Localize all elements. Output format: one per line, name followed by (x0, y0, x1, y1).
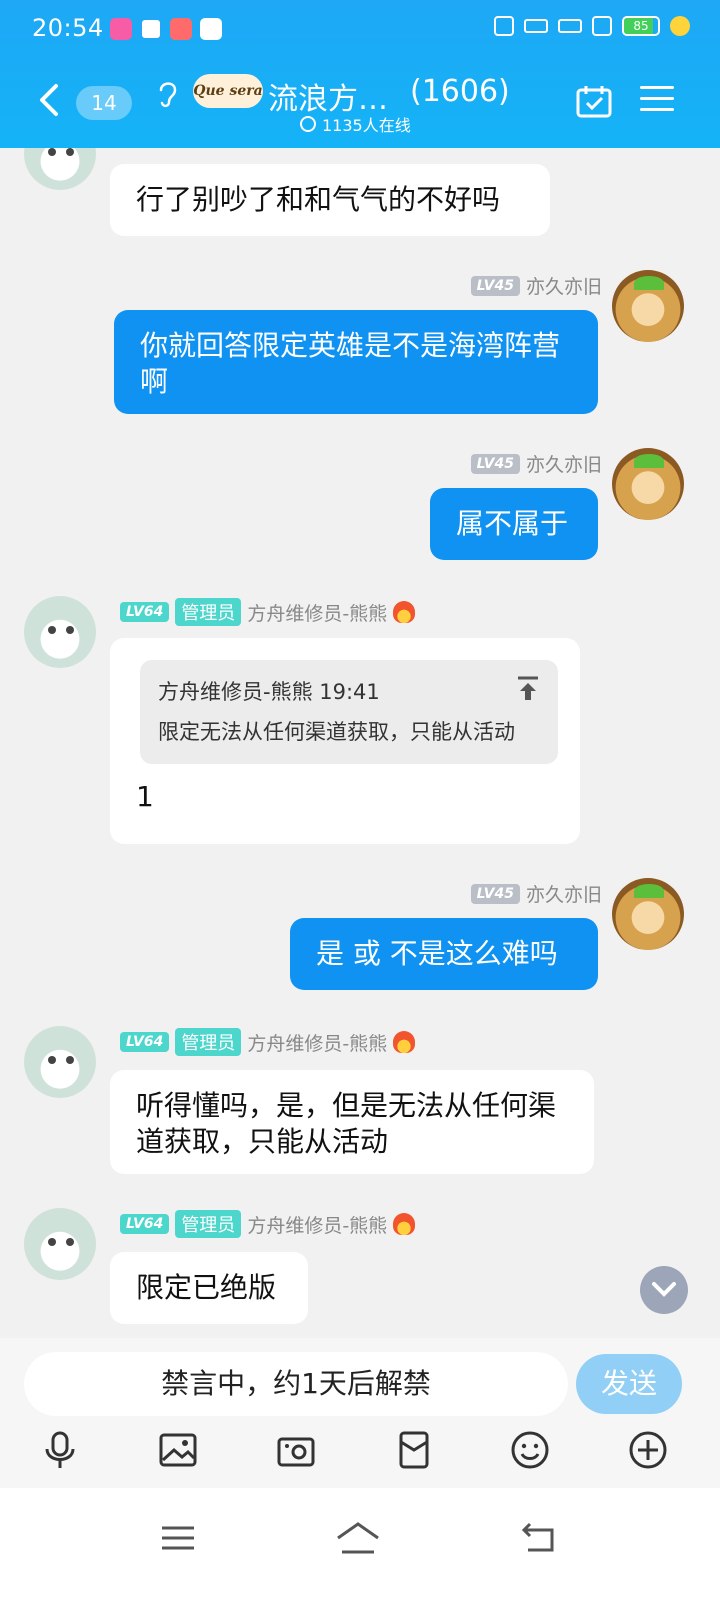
battery-icon: 85 (622, 16, 660, 36)
app-notification-icon (140, 18, 162, 40)
sender-name: 方舟维修员-熊熊 (247, 1032, 388, 1055)
camera-icon[interactable] (276, 1430, 316, 1470)
book-notification-icon (200, 18, 222, 40)
sender-row: LV64 管理员 方舟维修员-熊熊 (120, 598, 416, 626)
quote-header: 方舟维修员-熊熊 19:41 (158, 680, 380, 704)
online-check-icon (300, 116, 316, 132)
vibrate-icon (494, 16, 514, 36)
composer-toolbar (0, 1430, 720, 1486)
chevron-down-icon (652, 1282, 676, 1297)
message-bubble[interactable]: 限定已绝版 (110, 1252, 308, 1324)
back-nav-icon[interactable] (520, 1518, 560, 1558)
fire-icon (393, 1213, 416, 1235)
sender-name: 亦久亦旧 (525, 276, 602, 298)
system-nav-bar (0, 1488, 720, 1600)
member-count[interactable]: (1606) (410, 74, 510, 109)
system-status-icons: 85 (494, 16, 690, 36)
unread-count-badge[interactable]: 14 (76, 86, 132, 120)
fire-icon (393, 1031, 416, 1053)
back-icon (40, 84, 58, 116)
avatar[interactable] (24, 596, 96, 668)
calendar-check-icon[interactable] (576, 84, 612, 118)
level-badge: LV45 (470, 883, 520, 904)
notification-icons (110, 18, 222, 40)
back-button[interactable] (32, 82, 68, 118)
online-count: 1135人在线 (322, 116, 411, 135)
ear-icon[interactable] (155, 78, 181, 108)
sender-row: LV45 亦久亦旧 (470, 450, 602, 477)
level-badge: LV64 (120, 1214, 170, 1234)
avatar[interactable] (24, 1026, 96, 1098)
sender-name: 方舟维修员-熊熊 (247, 602, 388, 625)
sender-name: 亦久亦旧 (525, 454, 602, 476)
sender-row: LV64 管理员 方舟维修员-熊熊 (120, 1028, 416, 1056)
message-bubble[interactable]: 听得懂吗，是，但是无法从任何渠道获取，只能从活动 (110, 1070, 594, 1174)
admin-badge: 管理员 (175, 598, 242, 626)
scroll-to-bottom-button[interactable] (640, 1266, 688, 1314)
admin-badge: 管理员 (175, 1028, 242, 1056)
menu-icon[interactable] (640, 86, 674, 116)
level-badge: LV45 (470, 275, 520, 296)
quoted-message[interactable]: 方舟维修员-熊熊 19:41 限定无法从任何渠道获取，只能从活动 (140, 660, 558, 764)
send-button[interactable]: 发送 (576, 1354, 682, 1414)
status-bar: 20:54 85 (0, 0, 720, 56)
message-input[interactable]: 禁言中，约1天后解禁 (24, 1352, 568, 1416)
level-badge: LV64 (120, 602, 170, 622)
avatar[interactable] (612, 448, 684, 520)
level-badge: LV64 (120, 1032, 170, 1052)
sender-row: LV64 管理员 方舟维修员-熊熊 (120, 1210, 416, 1238)
plus-icon[interactable] (628, 1430, 668, 1470)
online-status: 1135人在线 (300, 112, 411, 136)
sender-row: LV45 亦久亦旧 (470, 272, 602, 299)
status-time: 20:54 (32, 14, 104, 42)
message-text: 1 (136, 780, 154, 813)
signal-5g-icon (558, 19, 582, 33)
home-icon[interactable] (334, 1518, 382, 1558)
red-packet-icon[interactable] (394, 1430, 434, 1470)
quote-text: 限定无法从任何渠道获取，只能从活动 (158, 720, 515, 744)
app-notification-icon (170, 18, 192, 40)
level-badge: LV45 (470, 453, 520, 474)
avatar[interactable] (24, 1208, 96, 1280)
message-bubble[interactable]: 是 或 不是这么难吗 (290, 918, 598, 990)
battery-percent: 85 (633, 19, 649, 33)
avatar[interactable] (612, 878, 684, 950)
message-list[interactable]: 行了别吵了和和气气的不好吗 LV45 亦久亦旧 你就回答限定英雄是不是海湾阵营 … (0, 148, 720, 1338)
wifi-icon (592, 16, 612, 36)
avatar[interactable] (24, 148, 96, 190)
emoji-icon[interactable] (510, 1430, 550, 1470)
message-bubble[interactable]: 属不属于 (430, 488, 598, 560)
microphone-icon[interactable] (40, 1430, 80, 1470)
composer: 禁言中，约1天后解禁 发送 (0, 1338, 720, 1488)
image-icon[interactable] (158, 1430, 198, 1470)
group-logo: Que sera (193, 74, 263, 108)
recent-apps-icon[interactable] (158, 1518, 198, 1558)
message-bubble[interactable]: 行了别吵了和和气气的不好吗 (110, 164, 550, 236)
jump-to-top-icon[interactable] (516, 676, 540, 702)
sender-row: LV45 亦久亦旧 (470, 880, 602, 907)
chat-header: 20:54 85 14 Que sera 流浪方… (1606) 1135人在线 (0, 0, 720, 148)
charging-icon (670, 16, 690, 36)
app-notification-icon (110, 18, 132, 40)
sender-name: 亦久亦旧 (525, 884, 602, 906)
avatar[interactable] (612, 270, 684, 342)
hd-icon (524, 19, 548, 33)
battery-indicator: 85 (622, 16, 660, 36)
message-bubble[interactable]: 你就回答限定英雄是不是海湾阵营 啊 (114, 310, 598, 414)
fire-icon (393, 601, 416, 623)
sender-name: 方舟维修员-熊熊 (247, 1214, 388, 1237)
admin-badge: 管理员 (175, 1210, 242, 1238)
